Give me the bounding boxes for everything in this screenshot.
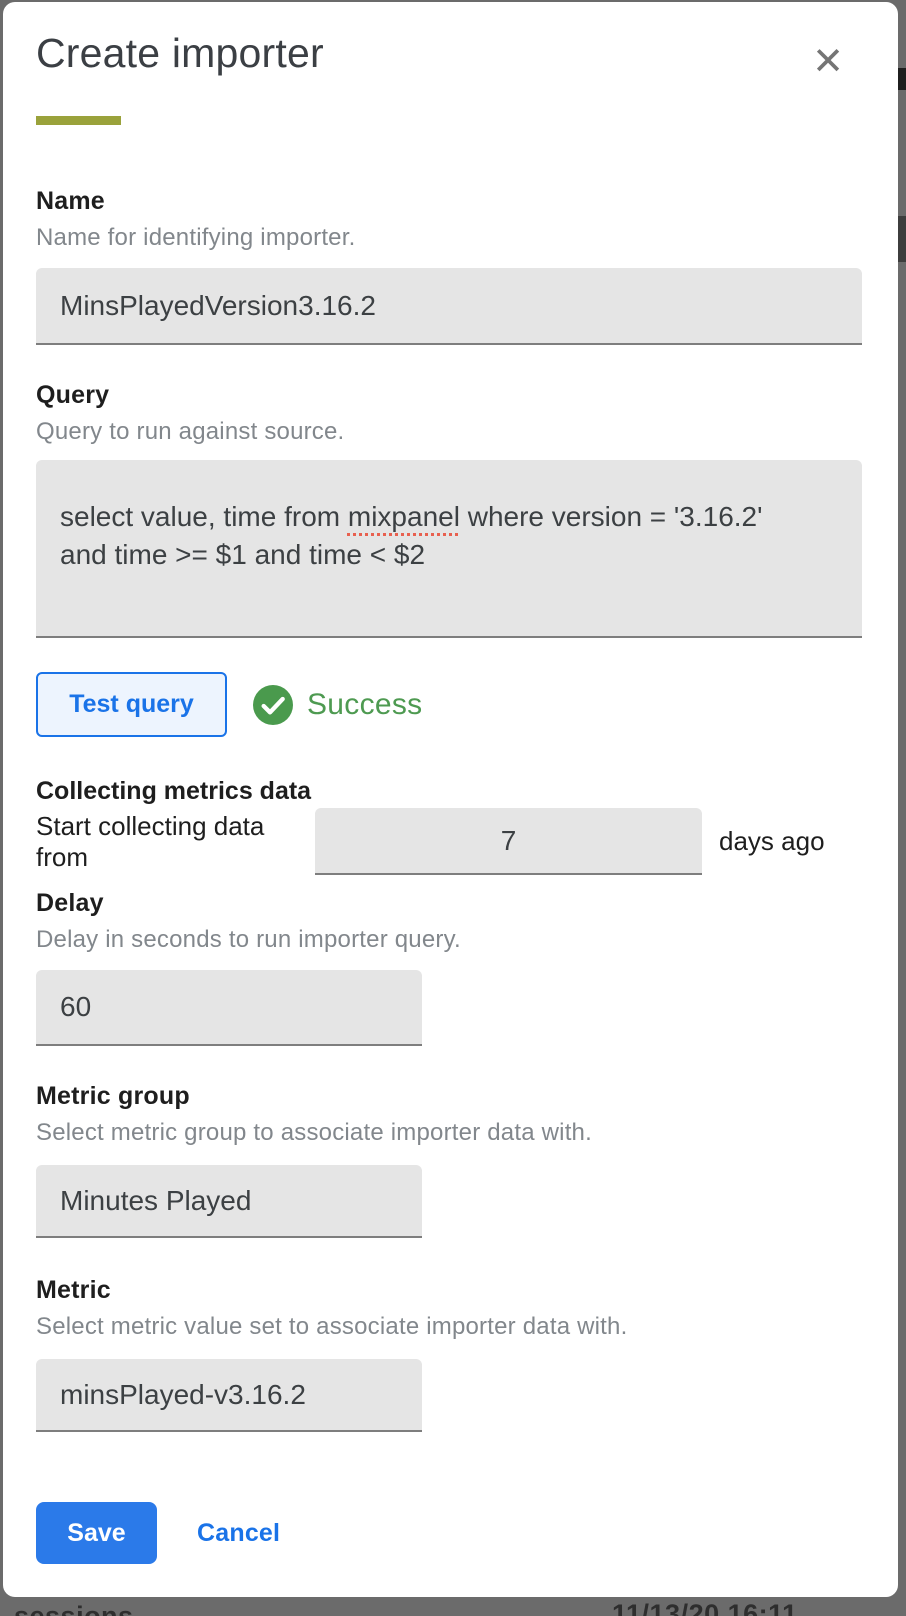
name-input[interactable] [36,268,862,345]
start-collecting-label: Start collecting data from [36,811,315,873]
backdrop-artifact [898,216,906,262]
query-description: Query to run against source. [36,418,862,446]
collecting-metrics-heading: Collecting metrics data [36,777,862,806]
background-timestamp-cell: 11/13/20 16:11 [612,1599,798,1616]
success-check-icon [253,685,293,725]
query-text-misspelled: mixpanel [348,501,460,532]
page-title: Create importer [36,30,324,77]
metric-selected-value: minsPlayed-v3.16.2 [60,1379,306,1411]
dimmed-backdrop: sessions 11/13/20 16:11 Create importer … [0,0,906,1616]
metric-group-select[interactable]: Minutes Played [36,1165,422,1238]
metric-label: Metric [36,1276,862,1305]
save-button[interactable]: Save [36,1502,157,1564]
metric-description: Select metric value set to associate imp… [36,1313,862,1341]
metric-select[interactable]: minsPlayed-v3.16.2 [36,1359,422,1432]
test-query-button[interactable]: Test query [36,672,227,737]
test-query-row: Test query Success [36,672,862,737]
query-status: Success [253,685,422,725]
query-label: Query [36,381,862,410]
days-ago-input[interactable] [315,808,702,875]
name-description: Name for identifying importer. [36,224,862,252]
delay-label: Delay [36,889,862,918]
query-text-before: select value, time from [60,501,348,532]
query-status-text: Success [307,688,422,722]
modal-header: Create importer ✕ [36,30,862,80]
backdrop-artifact [898,68,906,90]
days-ago-suffix-label: days ago [719,826,825,857]
background-table-cell: sessions [14,1601,134,1616]
collecting-row: Start collecting data from days ago [36,808,862,875]
metric-group-description: Select metric group to associate importe… [36,1119,862,1147]
close-icon[interactable]: ✕ [812,42,844,80]
delay-input[interactable] [36,970,422,1046]
query-textarea[interactable]: select value, time from mixpanel where v… [36,460,862,638]
metric-group-label: Metric group [36,1082,862,1111]
accent-bar [36,116,121,125]
metric-group-selected-value: Minutes Played [60,1185,251,1217]
actions-row: Save Cancel [36,1502,862,1564]
cancel-button[interactable]: Cancel [197,1519,280,1548]
name-label: Name [36,187,862,216]
delay-description: Delay in seconds to run importer query. [36,926,862,954]
create-importer-modal: Create importer ✕ Name Name for identify… [3,2,898,1597]
